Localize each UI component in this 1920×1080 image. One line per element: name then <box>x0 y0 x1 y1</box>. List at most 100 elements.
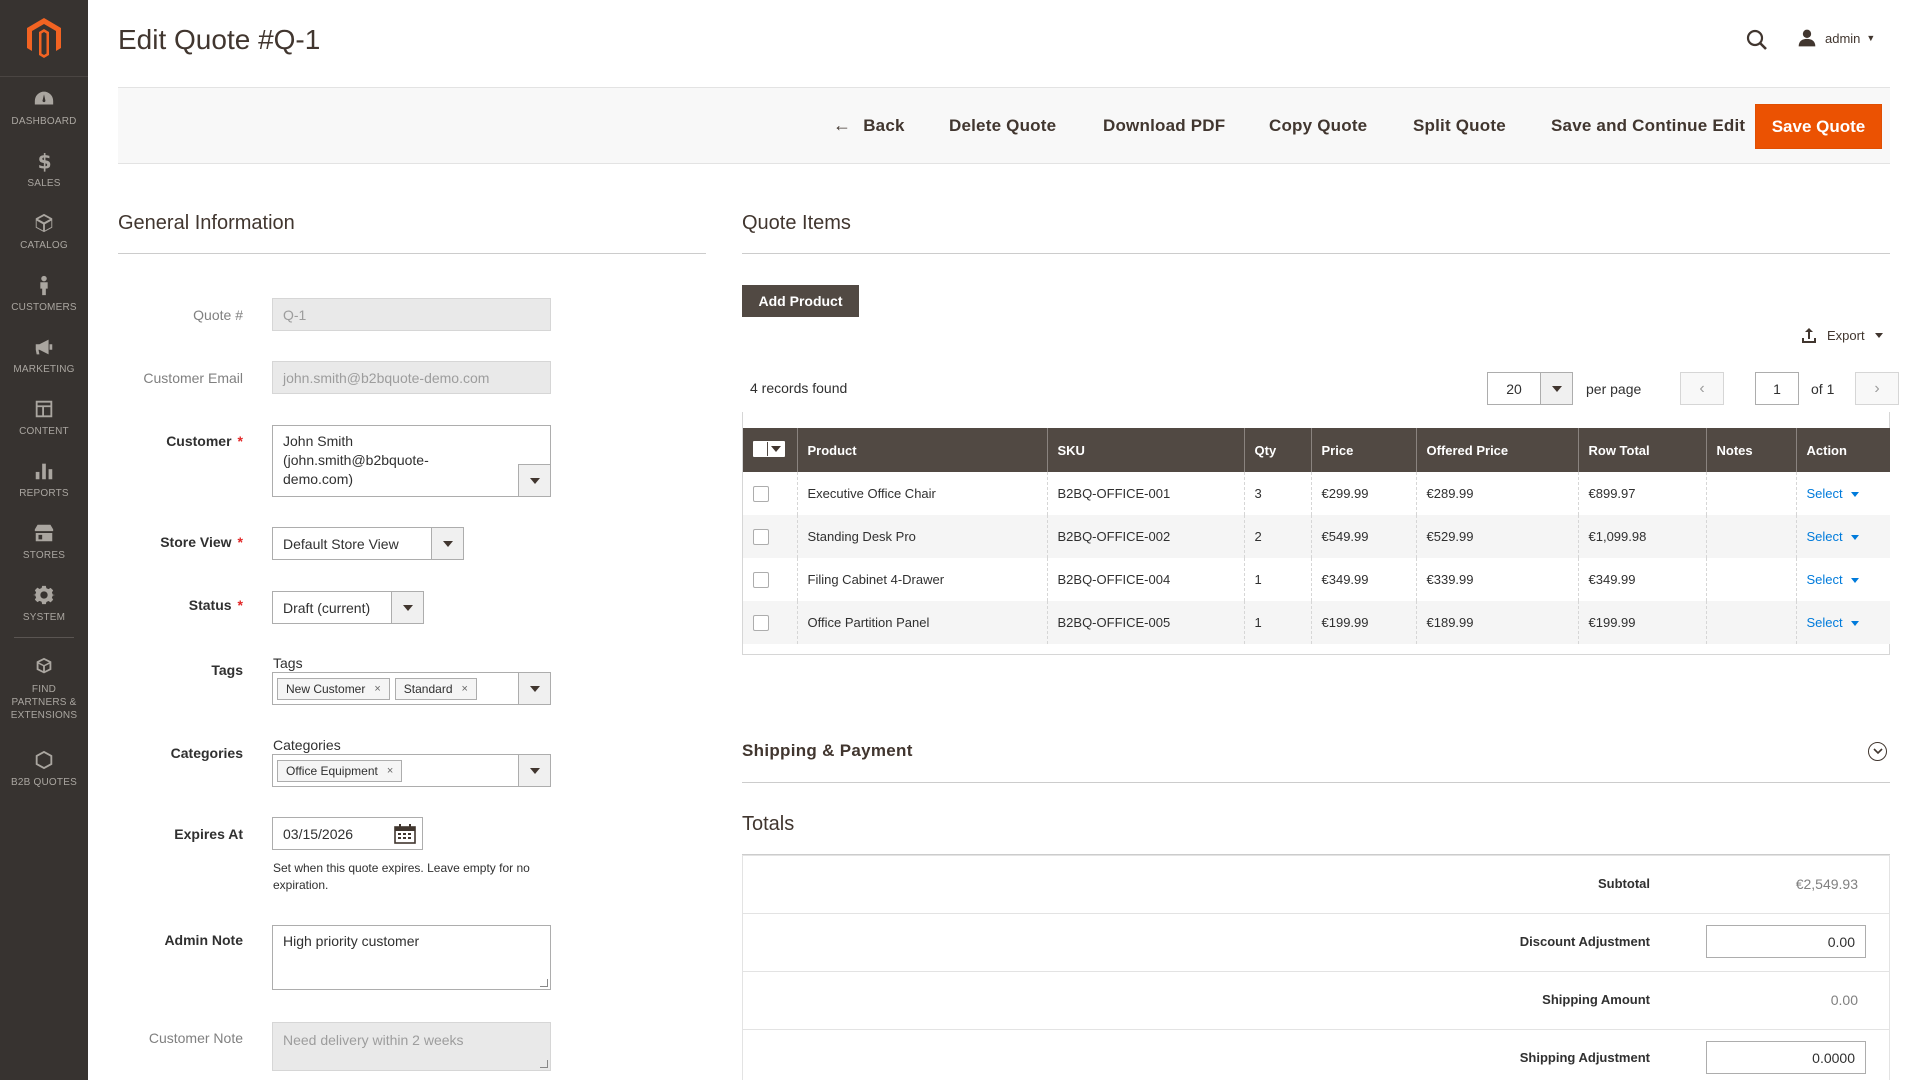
column-header-price[interactable]: Price <box>1311 428 1417 472</box>
customer-email-input[interactable]: john.smith@b2bquote-demo.com <box>272 361 551 394</box>
chevron-down-icon <box>1850 492 1859 498</box>
mass-select-header[interactable] <box>743 428 798 472</box>
action-cell: Select <box>1796 515 1890 558</box>
nav-reports[interactable]: Reports <box>0 449 88 511</box>
categories-caption: Categories <box>273 737 341 753</box>
nav-content[interactable]: Content <box>0 387 88 449</box>
admin-sidebar: Dashboard $ Sales Catalog Customers Mark… <box>0 0 88 1080</box>
split-quote-button[interactable]: Split Quote <box>1413 88 1506 163</box>
quote-number-label: Quote # <box>193 307 243 323</box>
nav-b2b-quotes[interactable]: B2B Quotes <box>0 738 88 800</box>
tags-multiselect[interactable]: New Customer × Standard × <box>272 672 551 705</box>
export-dropdown[interactable]: Export <box>1801 327 1883 343</box>
customer-note-textarea[interactable]: Need delivery within 2 weeks <box>272 1022 551 1071</box>
shipping-payment-title[interactable]: Shipping & Payment <box>742 741 913 761</box>
customer-email-part1: (john.smith@b2bquote- <box>283 452 429 468</box>
nav-label: Customers <box>11 302 77 313</box>
admin-note-textarea[interactable]: High priority customer <box>272 925 551 990</box>
tag-chip-label: New Customer <box>286 681 366 696</box>
prev-page-button[interactable]: ‹ <box>1680 372 1724 405</box>
save-continue-button[interactable]: Save and Continue Edit <box>1551 88 1745 163</box>
discount-adjustment-input[interactable]: 0.00 <box>1706 925 1866 958</box>
per-page-select[interactable]: 20 <box>1487 372 1573 405</box>
nav-label: Catalog <box>20 240 68 251</box>
general-info-title: General Information <box>118 212 295 234</box>
row-checkbox[interactable] <box>753 485 769 502</box>
resize-handle-icon <box>540 1060 548 1068</box>
per-page-label: per page <box>1586 381 1642 397</box>
categories-multiselect[interactable]: Office Equipment × <box>272 754 551 787</box>
required-asterisk: * <box>237 433 243 449</box>
row-checkbox[interactable] <box>753 571 769 588</box>
save-quote-button[interactable]: Save Quote <box>1755 104 1882 149</box>
status-value: Draft (current) <box>283 599 371 616</box>
back-button[interactable]: ← Back <box>833 88 905 163</box>
search-icon[interactable] <box>1745 28 1769 52</box>
product-cell: Office Partition Panel <box>797 601 1048 644</box>
next-page-button[interactable]: › <box>1855 372 1899 405</box>
nav-label: Stores <box>22 550 66 561</box>
chevron-down-icon[interactable] <box>518 464 550 496</box>
row-select-cell <box>743 472 798 515</box>
row-action-label: Select <box>1806 529 1843 544</box>
column-header-qty[interactable]: Qty <box>1244 428 1312 472</box>
expires-at-input[interactable]: 03/15/2026 <box>272 817 423 850</box>
row-action-label: Select <box>1806 486 1843 501</box>
row-action-select[interactable]: Select <box>1807 572 1859 587</box>
chevron-down-icon[interactable] <box>518 755 550 786</box>
row-action-select[interactable]: Select <box>1807 529 1859 544</box>
customer-note-value: Need delivery within 2 weeks <box>283 1032 464 1048</box>
copy-quote-button[interactable]: Copy Quote <box>1269 88 1367 163</box>
row-checkbox[interactable] <box>753 614 769 631</box>
chevron-down-icon[interactable] <box>518 673 550 704</box>
nav-label: System <box>22 612 66 623</box>
admin-user-menu[interactable]: admin ▼ <box>1797 28 1875 48</box>
notes-cell <box>1706 601 1797 644</box>
customer-select[interactable]: John Smith (john.smith@b2bquote- demo.co… <box>272 425 551 497</box>
close-icon[interactable]: × <box>462 683 468 695</box>
nav-sales[interactable]: $ Sales <box>0 139 88 201</box>
nav-dashboard[interactable]: Dashboard <box>0 77 88 139</box>
nav-partners[interactable]: Find Partners & Extensions <box>0 640 88 738</box>
nav-customers[interactable]: Customers <box>0 263 88 325</box>
download-pdf-button[interactable]: Download PDF <box>1103 88 1225 163</box>
user-icon <box>1798 29 1816 47</box>
per-page-value: 20 <box>1506 380 1522 397</box>
row-action-select[interactable]: Select <box>1807 615 1859 630</box>
row-total-cell: €1,099.98 <box>1578 515 1707 558</box>
nav-system[interactable]: System <box>0 573 88 635</box>
column-header-sku[interactable]: SKU <box>1047 428 1245 472</box>
row-select-cell <box>743 558 798 601</box>
calendar-icon[interactable] <box>394 824 416 847</box>
export-icon <box>1802 328 1816 343</box>
chevron-down-icon <box>431 528 463 559</box>
column-header-offered-price[interactable]: Offered Price <box>1416 428 1579 472</box>
status-select[interactable]: Draft (current) <box>272 591 424 624</box>
price-cell: €549.99 <box>1311 515 1417 558</box>
bar-chart-icon <box>35 463 53 480</box>
row-total-cell: €199.99 <box>1578 601 1707 644</box>
add-product-button[interactable]: Add Product <box>742 285 859 317</box>
chevron-down-circle-icon[interactable] <box>1868 742 1887 761</box>
resize-handle-icon[interactable] <box>540 979 548 987</box>
row-action-select[interactable]: Select <box>1807 486 1859 501</box>
column-header-product[interactable]: Product <box>797 428 1048 472</box>
page-number-input[interactable]: 1 <box>1755 372 1799 405</box>
column-header-row-total[interactable]: Row Total <box>1578 428 1707 472</box>
row-checkbox[interactable] <box>753 528 769 545</box>
nav-stores[interactable]: Stores <box>0 511 88 573</box>
magento-logo[interactable] <box>0 0 88 77</box>
mass-select-checkbox[interactable] <box>753 441 785 457</box>
chevron-down-icon <box>1874 332 1883 338</box>
delete-quote-button[interactable]: Delete Quote <box>949 88 1056 163</box>
close-icon[interactable]: × <box>387 765 393 777</box>
shipping-adjustment-input[interactable]: 0.0000 <box>1706 1041 1866 1074</box>
column-header-notes[interactable]: Notes <box>1706 428 1797 472</box>
row-total-cell: €349.99 <box>1578 558 1707 601</box>
nav-catalog[interactable]: Catalog <box>0 201 88 263</box>
quote-number-input[interactable]: Q-1 <box>272 298 551 331</box>
nav-marketing[interactable]: Marketing <box>0 325 88 387</box>
close-icon[interactable]: × <box>374 683 380 695</box>
store-view-select[interactable]: Default Store View <box>272 527 464 560</box>
tag-chip: Standard × <box>394 677 477 700</box>
